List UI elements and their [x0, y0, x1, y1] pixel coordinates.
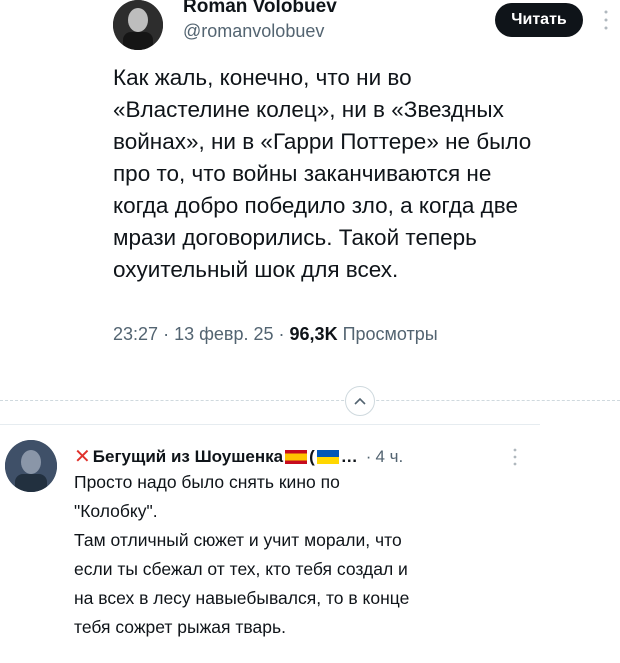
- reply-name-ellipsis: …: [340, 446, 358, 466]
- reply-avatar-image: [5, 440, 57, 492]
- reply-text: Просто надо было снять кино по "Колобку"…: [74, 472, 410, 637]
- reply-name-tail: (: [309, 446, 315, 466]
- reply-separator: [0, 424, 540, 425]
- follow-button[interactable]: Читать: [495, 3, 583, 37]
- spain-flag-icon: [285, 449, 308, 464]
- reply-author-name[interactable]: Бегущий из Шоушенка: [93, 447, 283, 467]
- author-handle[interactable]: @romanvolobuev: [183, 21, 324, 42]
- thread-divider: [0, 400, 620, 401]
- author-avatar-image: [113, 0, 163, 50]
- tweet-meta: 23:27 · 13 февр. 25 · 96,3K Просмотры: [113, 324, 438, 345]
- header-separator: ·: [365, 446, 372, 466]
- ukraine-flag-icon: [316, 449, 339, 464]
- views-count: 96,3K: [289, 324, 338, 344]
- more-vertical-icon[interactable]: [512, 447, 518, 467]
- collapse-thread-button[interactable]: [345, 386, 375, 416]
- tweet-time[interactable]: 23:27: [113, 324, 158, 344]
- more-vertical-icon[interactable]: [603, 8, 609, 32]
- reply-avatar[interactable]: [5, 440, 57, 492]
- reply-time[interactable]: 4 ч.: [375, 447, 403, 467]
- views-label: Просмотры: [342, 324, 438, 344]
- chevron-up-icon: [354, 397, 366, 405]
- red-cross-icon: ✕: [74, 446, 91, 468]
- meta-separator: ·: [278, 324, 290, 344]
- tweet-text: Как жаль, конечно, что ни во «Властелине…: [113, 65, 532, 282]
- reply-header: ✕ Бегущий из Шоушенка ( … · 4 ч.: [74, 444, 403, 469]
- author-avatar[interactable]: [113, 0, 163, 50]
- author-name[interactable]: Roman Volobuev: [183, 0, 337, 18]
- meta-separator: ·: [163, 324, 175, 344]
- tweet-date[interactable]: 13 февр. 25: [174, 324, 273, 344]
